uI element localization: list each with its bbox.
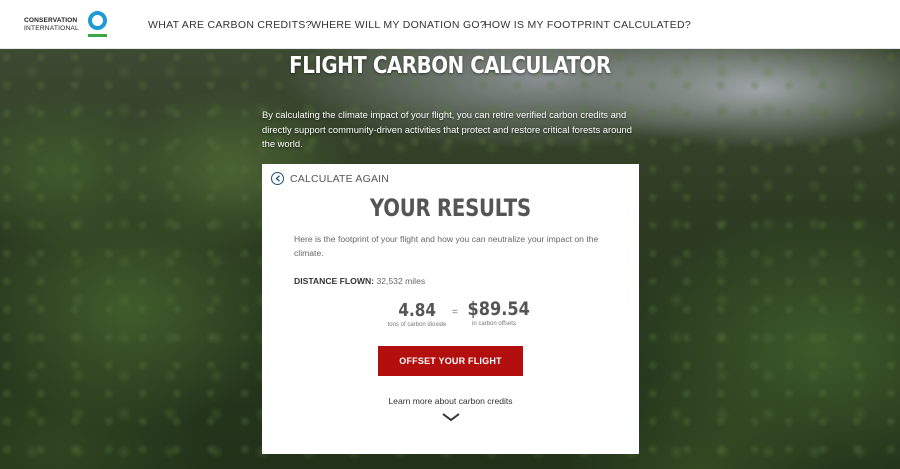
offset-unit: in carbon offsets: [472, 321, 516, 327]
co2-metric: 4.84 tons of carbon dioxide: [380, 300, 454, 328]
logo-line-2: INTERNATIONAL: [24, 25, 79, 32]
logo-bar-icon: [88, 34, 107, 37]
offset-metric: $89.54 in carbon offsets: [462, 298, 530, 327]
nav-link-carbon-credits[interactable]: WHAT ARE CARBON CREDITS?: [148, 19, 312, 31]
equals-sign: =: [452, 307, 458, 318]
chevron-left-icon: [271, 172, 284, 185]
co2-value: 4.84: [398, 300, 436, 321]
chevron-down-icon[interactable]: [441, 412, 461, 422]
distance-label: DISTANCE FLOWN:: [294, 276, 375, 286]
results-description: Here is the footprint of your flight and…: [294, 234, 599, 258]
learn-more-link[interactable]: Learn more about carbon credits: [262, 396, 639, 406]
co2-unit: tons of carbon dioxide: [387, 322, 447, 328]
distance-flown: DISTANCE FLOWN: 32,532 miles: [294, 276, 425, 286]
logo-ring-icon: [88, 11, 107, 30]
logo-line-1: CONSERVATION: [24, 17, 78, 24]
logo-wordmark: CONSERVATION INTERNATIONAL: [24, 17, 79, 33]
hero-description: By calculating the climate impact of you…: [262, 109, 632, 149]
calculate-again-label: CALCULATE AGAIN: [290, 172, 390, 185]
conservation-international-logo[interactable]: CONSERVATION INTERNATIONAL: [24, 10, 110, 40]
results-card: CALCULATE AGAIN YOUR RESULTS Here is the…: [262, 164, 639, 454]
results-heading: YOUR RESULTS: [369, 194, 531, 222]
nav-link-donation[interactable]: WHERE WILL MY DONATION GO?: [311, 19, 486, 31]
page-title: FLIGHT CARBON CALCULATOR: [289, 53, 611, 79]
distance-value: 32,532 miles: [376, 276, 426, 286]
site-header: CONSERVATION INTERNATIONAL WHAT ARE CARB…: [0, 0, 900, 49]
calculate-again-button[interactable]: CALCULATE AGAIN: [271, 172, 389, 185]
offset-your-flight-button[interactable]: OFFSET YOUR FLIGHT: [378, 346, 523, 376]
offset-value: $89.54: [467, 298, 530, 320]
nav-link-footprint[interactable]: HOW IS MY FOOTPRINT CALCULATED?: [484, 19, 691, 31]
